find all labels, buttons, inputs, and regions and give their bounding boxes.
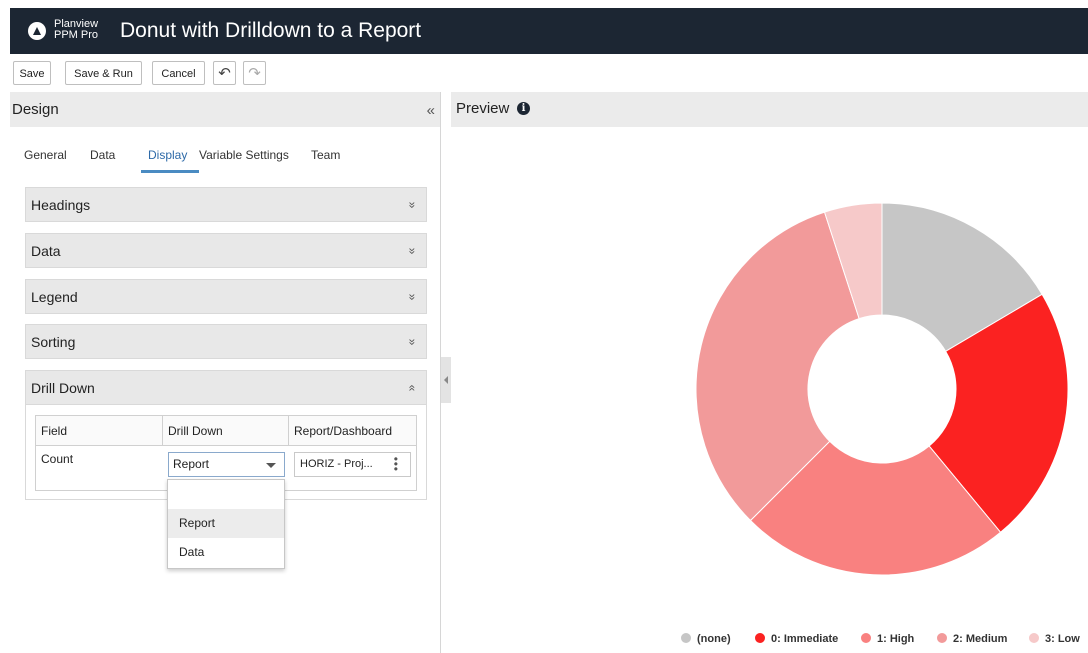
dropdown-option-report[interactable]: Report [168, 509, 284, 538]
drill-down-select-value: Report [173, 457, 210, 471]
legend-item[interactable]: 1: High [861, 633, 914, 645]
legend-swatch [755, 633, 765, 643]
dropdown-option-data[interactable]: Data [168, 538, 284, 567]
dropdown-option-empty[interactable] [168, 480, 284, 509]
section-sorting[interactable]: Sorting » [25, 324, 427, 359]
planview-logo-icon [28, 22, 46, 40]
legend-item[interactable]: 0: Immediate [755, 633, 838, 645]
undo-icon[interactable]: ↶ [213, 61, 236, 85]
legend-label: 0: Immediate [771, 633, 839, 645]
legend-item[interactable]: (none) [681, 633, 731, 645]
legend-item[interactable]: 2: Medium [937, 633, 1007, 645]
chevron-down-icon: » [405, 201, 420, 209]
cancel-button[interactable]: Cancel [152, 61, 205, 85]
chevron-down-icon: » [405, 247, 420, 255]
legend-label: (none) [697, 633, 731, 645]
legend-label: 3: Low [1045, 633, 1080, 645]
chevron-down-icon: » [405, 338, 420, 346]
design-title: Design [12, 101, 59, 118]
column-header-report-dashboard: Report/Dashboard [289, 416, 416, 446]
section-legend[interactable]: Legend » [25, 279, 427, 314]
chevron-down-icon: » [405, 293, 420, 301]
planview-logo: Planview PPM Pro [28, 18, 128, 46]
preview-header: Preview i [451, 92, 1088, 127]
caret-down-icon [266, 463, 276, 468]
legend-label: 2: Medium [953, 633, 1008, 645]
tab-variable-settings[interactable]: Variable Settings [199, 148, 289, 162]
chevron-up-icon: « [405, 384, 420, 392]
app-header: Planview PPM Pro Donut with Drilldown to… [10, 8, 1088, 54]
active-tab-indicator [141, 170, 199, 173]
section-drill-down[interactable]: Drill Down « [25, 370, 427, 405]
tab-data[interactable]: Data [90, 148, 115, 162]
design-header: Design « [10, 92, 440, 127]
save-button[interactable]: Save [13, 61, 51, 85]
legend-swatch [681, 633, 691, 643]
legend-swatch [937, 633, 947, 643]
report-picker-value: HORIZ - Proj... [300, 458, 373, 470]
section-data[interactable]: Data » [25, 233, 427, 268]
panel-splitter-handle[interactable] [441, 357, 451, 403]
logo-line-2: PPM Pro [54, 29, 99, 41]
tab-team[interactable]: Team [311, 148, 340, 162]
report-picker[interactable]: HORIZ - Proj... • • • [294, 452, 411, 477]
toolbar: Save Save & Run Cancel ↶ ↷ [10, 54, 1088, 91]
legend-label: 1: High [877, 633, 915, 645]
column-header-drill-down: Drill Down [163, 416, 289, 446]
tab-general[interactable]: General [24, 148, 67, 162]
donut-chart[interactable] [451, 127, 1088, 653]
drill-down-dropdown-menu: Report Data [167, 479, 285, 569]
save-and-run-button[interactable]: Save & Run [65, 61, 142, 85]
collapse-panel-icon[interactable]: « [427, 102, 435, 119]
column-header-field: Field [36, 416, 163, 446]
legend-swatch [861, 633, 871, 643]
section-headings[interactable]: Headings » [25, 187, 427, 222]
tab-display[interactable]: Display [148, 148, 187, 162]
chart-legend: (none) 0: Immediate 1: High 2: Medium 3: Low [451, 633, 1088, 649]
more-options-icon[interactable]: • • • [394, 453, 398, 475]
field-cell: Count [41, 452, 74, 466]
drill-down-select[interactable]: Report [168, 452, 285, 477]
redo-icon[interactable]: ↷ [243, 61, 266, 85]
preview-title: Preview [456, 100, 510, 117]
legend-swatch [1029, 633, 1039, 643]
legend-item[interactable]: 3: Low [1029, 633, 1080, 645]
page-title: Donut with Drilldown to a Report [120, 19, 422, 42]
info-icon[interactable]: i [517, 102, 530, 115]
